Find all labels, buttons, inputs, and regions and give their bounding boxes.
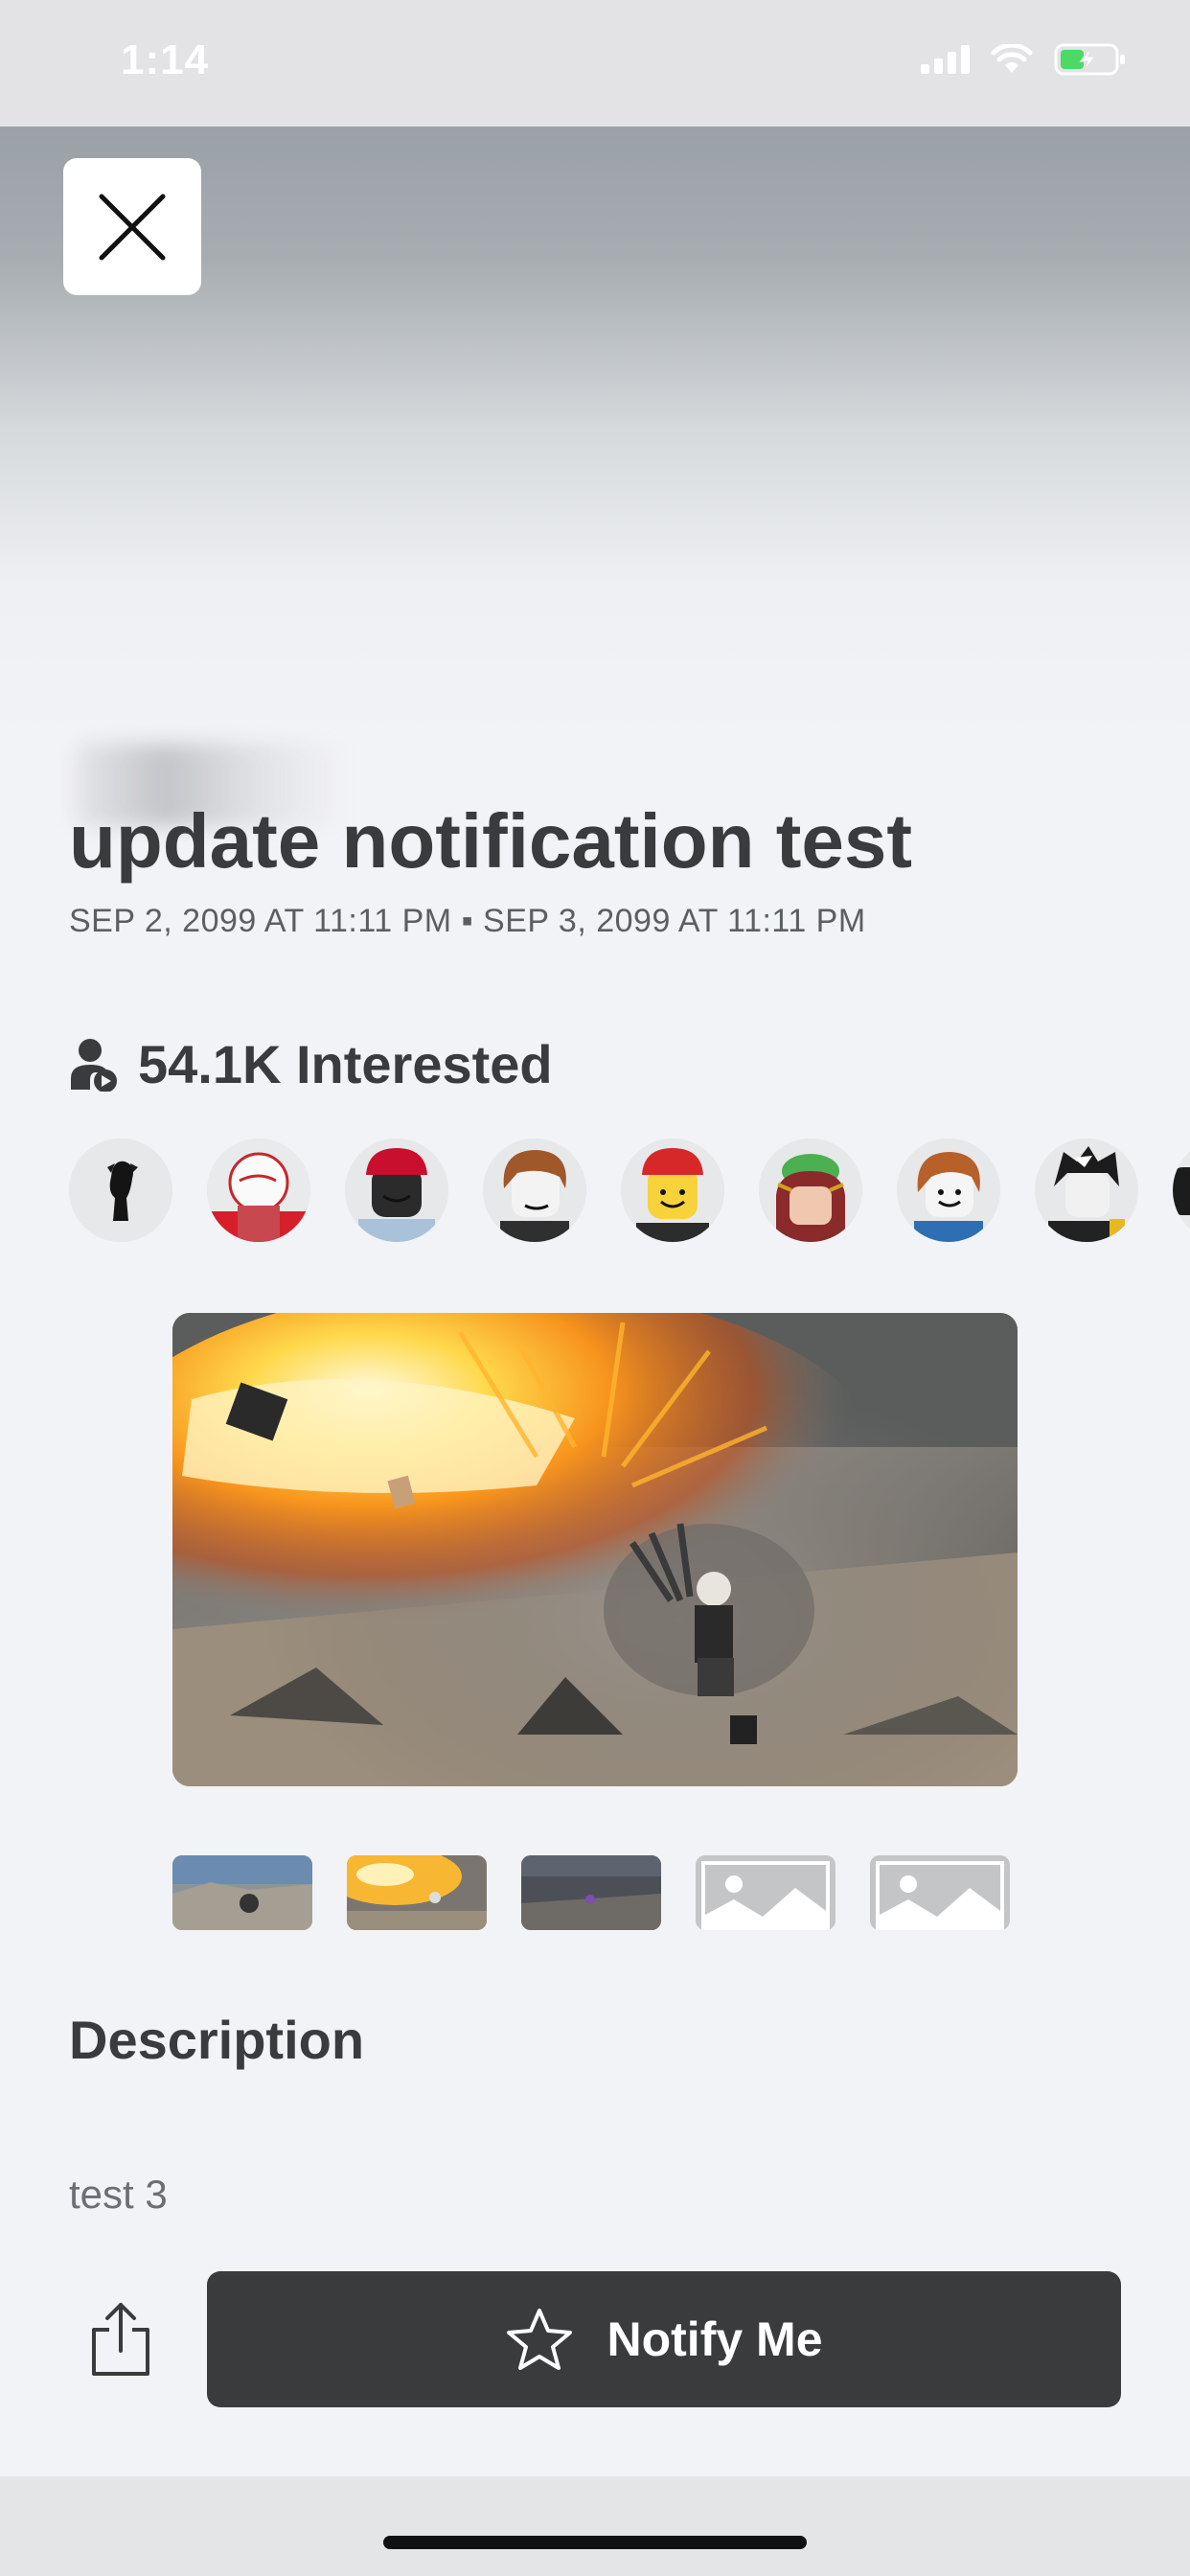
interested-row: 54.1K Interested: [69, 1033, 553, 1095]
battery-charging-icon: [1054, 43, 1125, 76]
gallery-thumbnail-3[interactable]: [521, 1855, 661, 1930]
gallery-thumbnail-1[interactable]: [172, 1855, 312, 1930]
description-heading: Description: [69, 2010, 365, 2070]
gallery-thumbnails: [172, 1855, 1018, 1930]
event-title: update notification test: [69, 798, 912, 884]
gallery-thumbnail-4[interactable]: [696, 1855, 835, 1930]
avatar-black-white-hair[interactable]: [1035, 1138, 1138, 1242]
avatar-red-cap[interactable]: [345, 1138, 448, 1242]
share-icon: [92, 2303, 149, 2376]
avatar-dark-silhouette[interactable]: [69, 1138, 172, 1242]
person-icon: [71, 1038, 117, 1092]
event-main-image[interactable]: [172, 1313, 1018, 1786]
image-thumbnail: [521, 1855, 661, 1930]
image-placeholder-icon: [696, 1855, 835, 1930]
wifi-icon: [991, 44, 1033, 73]
status-icons: [921, 42, 1127, 77]
gallery-thumbnail-5[interactable]: [870, 1855, 1010, 1930]
signal-icon: [921, 45, 970, 74]
avatar-partial[interactable]: [1173, 1138, 1190, 1242]
close-button[interactable]: [63, 158, 201, 295]
avatar-frog-hat[interactable]: [759, 1138, 862, 1242]
star-outline-icon: [506, 2309, 572, 2370]
avatar-red-white[interactable]: [207, 1138, 310, 1242]
home-indicator[interactable]: [383, 2536, 807, 2549]
battle-scene-image: [172, 1313, 1018, 1786]
image-placeholder-icon: [870, 1855, 1010, 1930]
image-thumbnail: [347, 1855, 487, 1930]
gallery-thumbnail-2[interactable]: [347, 1855, 487, 1930]
status-time: 1:14: [121, 36, 210, 83]
share-button[interactable]: [69, 2271, 172, 2407]
notify-me-label: Notify Me: [606, 2312, 823, 2366]
avatar-red-cap-smile[interactable]: [621, 1138, 724, 1242]
description-text: test 3: [69, 2172, 168, 2217]
attendee-avatars: [69, 1138, 1190, 1246]
avatar-brown-hair[interactable]: [483, 1138, 586, 1242]
close-icon: [99, 194, 166, 260]
image-thumbnail: [172, 1855, 312, 1930]
interested-count: 54.1K Interested: [138, 1034, 553, 1094]
bottom-safe-area: [0, 2476, 1190, 2576]
avatar-brown-hair-smile[interactable]: [897, 1138, 1000, 1242]
event-dates: SEP 2, 2099 AT 11:11 PM ▪ SEP 3, 2099 AT…: [69, 903, 866, 939]
status-bar: 1:14: [0, 0, 1190, 126]
notify-me-button[interactable]: Notify Me: [207, 2271, 1121, 2407]
